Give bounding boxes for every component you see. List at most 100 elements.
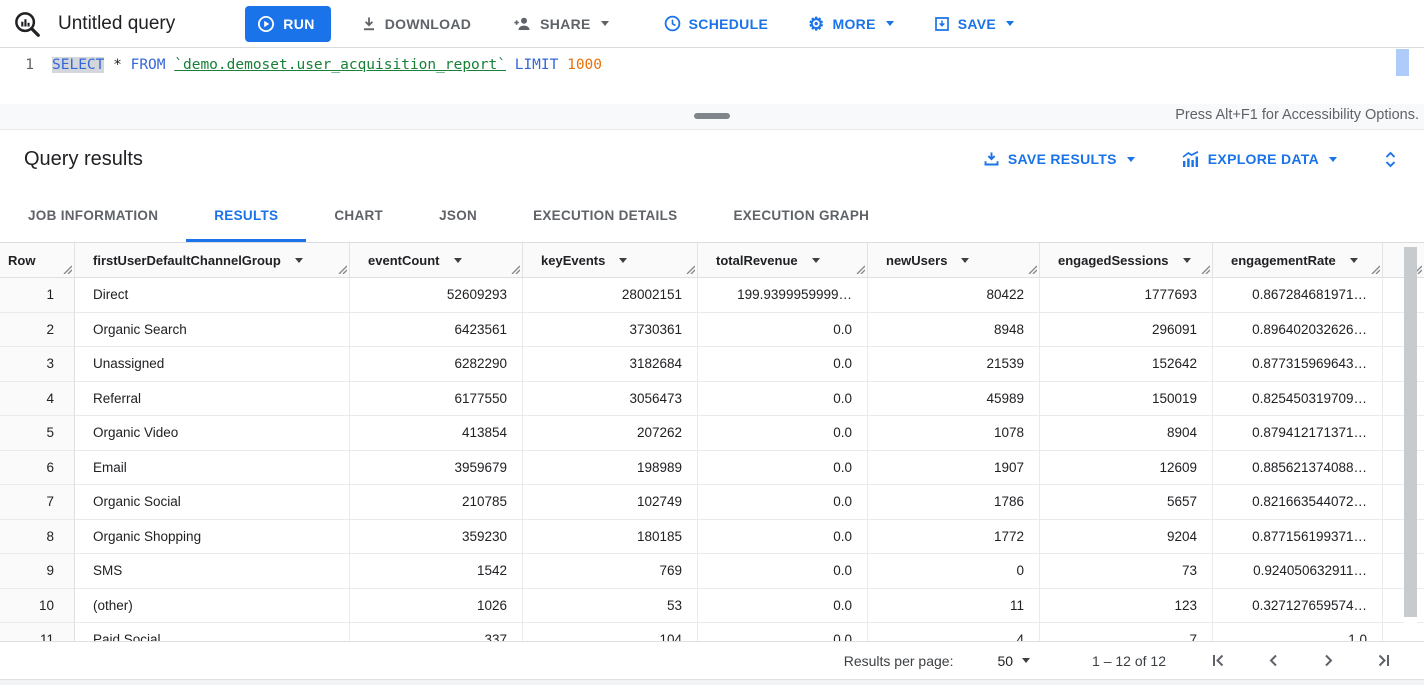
table-cell: 53	[523, 589, 698, 624]
editor-scrollbar-thumb[interactable]	[1396, 49, 1409, 76]
column-header-engagedSessions[interactable]: engagedSessions	[1040, 243, 1213, 277]
table-scrollbar-thumb[interactable]	[1404, 247, 1417, 617]
column-resize-grip-icon[interactable]	[856, 265, 865, 274]
table-cell: 198989	[523, 451, 698, 486]
sql-code[interactable]: SELECT * FROM `demo.demoset.user_acquisi…	[48, 57, 602, 73]
next-page-button[interactable]	[1320, 652, 1337, 669]
page-size-select[interactable]: 50	[997, 653, 1030, 669]
table-cell: 0.0	[698, 347, 868, 382]
table-cell: 0.0	[698, 416, 868, 451]
column-label: keyEvents	[541, 253, 605, 268]
chevron-down-icon	[886, 21, 894, 26]
drag-handle[interactable]	[694, 113, 730, 119]
table-row[interactable]: 11Paid Social3371040.0471.0	[0, 623, 1424, 641]
save-results-button[interactable]: SAVE RESULTS	[983, 151, 1135, 167]
column-header-row[interactable]: Row	[0, 243, 75, 277]
table-cell: Organic Social	[75, 485, 350, 520]
person-add-icon	[513, 16, 532, 32]
tab-execution-details[interactable]: EXECUTION DETAILS	[505, 188, 705, 242]
column-resize-grip-icon[interactable]	[338, 265, 347, 274]
table-reference-link[interactable]: `demo.demoset.user_acquisition_report`	[174, 57, 506, 73]
table-row[interactable]: 3Unassigned628229031826840.0215391526420…	[0, 347, 1424, 382]
table-cell: 0.879412171371…	[1213, 416, 1383, 451]
sort-caret-icon[interactable]	[961, 258, 969, 263]
tab-json[interactable]: JSON	[411, 188, 505, 242]
table-row[interactable]: 8Organic Shopping3592301801850.017729204…	[0, 520, 1424, 555]
editor-results-splitter: Press Alt+F1 for Accessibility Options.	[0, 104, 1424, 130]
tab-job-information[interactable]: JOB INFORMATION	[0, 188, 186, 242]
sort-caret-icon[interactable]	[454, 258, 462, 263]
first-page-button[interactable]	[1210, 652, 1227, 669]
table-cell: 6177550	[350, 382, 523, 417]
table-row[interactable]: 10(other)1026530.0111230.327127659574…	[0, 589, 1424, 624]
table-cell: 4	[868, 623, 1040, 641]
column-resize-grip-icon[interactable]	[63, 265, 72, 274]
column-resize-grip-icon[interactable]	[511, 265, 520, 274]
more-button[interactable]: ⚙ MORE	[808, 15, 894, 33]
sql-from-keyword: FROM	[131, 57, 166, 73]
sql-code-line[interactable]: 1 SELECT * FROM `demo.demoset.user_acqui…	[0, 48, 1424, 73]
tab-label: RESULTS	[214, 208, 278, 223]
run-button[interactable]: RUN	[245, 6, 331, 42]
table-cell: 123	[1040, 589, 1213, 624]
table-cell: 0.877315969643…	[1213, 347, 1383, 382]
results-per-page-label: Results per page:	[844, 653, 954, 669]
download-tray-icon	[983, 151, 1000, 167]
table-row[interactable]: 1Direct5260929328002151199.9399959999…80…	[0, 278, 1424, 313]
clock-icon	[664, 15, 681, 32]
last-page-button[interactable]	[1375, 652, 1392, 669]
table-row[interactable]: 5Organic Video4138542072620.0107889040.8…	[0, 416, 1424, 451]
explore-data-label: EXPLORE DATA	[1208, 151, 1319, 167]
column-header-totalRevenue[interactable]: totalRevenue	[698, 243, 868, 277]
table-cell: 21539	[868, 347, 1040, 382]
pagination-controls	[1210, 652, 1392, 669]
explore-data-button[interactable]: EXPLORE DATA	[1181, 151, 1337, 168]
sort-caret-icon[interactable]	[1350, 258, 1358, 263]
schedule-button[interactable]: SCHEDULE	[664, 15, 768, 32]
query-magnifier-icon	[12, 9, 42, 39]
column-resize-grip-icon[interactable]	[1201, 265, 1210, 274]
table-cell: 7	[1040, 623, 1213, 641]
previous-page-button[interactable]	[1265, 652, 1282, 669]
save-button[interactable]: SAVE	[934, 16, 1014, 32]
table-cell: 1786	[868, 485, 1040, 520]
table-cell: 0.327127659574…	[1213, 589, 1383, 624]
sort-caret-icon[interactable]	[295, 258, 303, 263]
table-cell: Email	[75, 451, 350, 486]
sql-editor[interactable]: 1 SELECT * FROM `demo.demoset.user_acqui…	[0, 48, 1424, 104]
sort-caret-icon[interactable]	[619, 258, 627, 263]
table-cell: 0.0	[698, 589, 868, 624]
download-button[interactable]: DOWNLOAD	[361, 16, 471, 32]
column-header-eventCount[interactable]: eventCount	[350, 243, 523, 277]
expand-results-button[interactable]	[1383, 150, 1398, 169]
table-row[interactable]: 6Email39596791989890.01907126090.8856213…	[0, 451, 1424, 486]
column-header-keyEvents[interactable]: keyEvents	[523, 243, 698, 277]
chevron-right-icon	[1320, 652, 1337, 669]
column-header-firstUserDefaultChannelGroup[interactable]: firstUserDefaultChannelGroup	[75, 243, 350, 277]
tab-label: EXECUTION DETAILS	[533, 208, 677, 223]
column-resize-grip-icon[interactable]	[1371, 265, 1380, 274]
table-cell: 210785	[350, 485, 523, 520]
table-cell: 0.0	[698, 554, 868, 589]
column-resize-grip-icon[interactable]	[686, 265, 695, 274]
sort-caret-icon[interactable]	[812, 258, 820, 263]
table-cell: 1078	[868, 416, 1040, 451]
tab-chart[interactable]: CHART	[306, 188, 411, 242]
chevron-down-icon	[601, 21, 609, 26]
column-header-engagementRate[interactable]: engagementRate	[1213, 243, 1383, 277]
table-scrollbar[interactable]	[1404, 247, 1417, 635]
table-row[interactable]: 7Organic Social2107851027490.0178656570.…	[0, 485, 1424, 520]
table-row[interactable]: 4Referral617755030564730.0459891500190.8…	[0, 382, 1424, 417]
tab-execution-graph[interactable]: EXECUTION GRAPH	[705, 188, 897, 242]
column-header-newUsers[interactable]: newUsers	[868, 243, 1040, 277]
table-cell: 0.0	[698, 623, 868, 641]
tab-results[interactable]: RESULTS	[186, 188, 306, 242]
sort-caret-icon[interactable]	[1183, 258, 1191, 263]
schedule-button-label: SCHEDULE	[689, 16, 768, 32]
column-resize-grip-icon[interactable]	[1028, 265, 1037, 274]
table-cell: 12609	[1040, 451, 1213, 486]
table-row[interactable]: 9SMS15427690.00730.924050632911…	[0, 554, 1424, 589]
table-cell: Organic Shopping	[75, 520, 350, 555]
share-button[interactable]: SHARE	[513, 16, 609, 32]
table-row[interactable]: 2Organic Search642356137303610.089482960…	[0, 313, 1424, 348]
